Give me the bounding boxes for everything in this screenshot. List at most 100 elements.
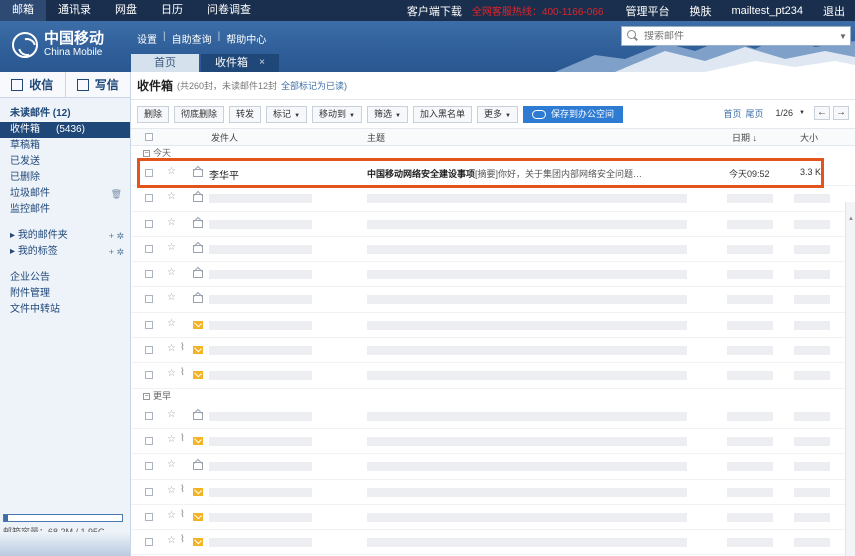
row-checkbox[interactable] — [145, 371, 153, 380]
first-page-link[interactable]: 首页 — [723, 107, 741, 120]
table-row[interactable]: ☆ — [131, 262, 855, 288]
table-row[interactable]: ☆ ⌇ — [131, 429, 855, 455]
client-download-link[interactable]: 客户端下载 — [397, 3, 472, 19]
vertical-scrollbar[interactable]: ▲ — [845, 202, 855, 556]
group-earlier[interactable]: − 更早 — [131, 389, 855, 404]
folder-sent[interactable]: 已发送 — [0, 154, 130, 170]
permanent-delete-button[interactable]: 彻底删除 — [174, 105, 225, 123]
prev-page-arrow-icon[interactable]: ← — [814, 106, 830, 120]
row-checkbox[interactable] — [145, 411, 153, 420]
table-row[interactable]: ☆ — [131, 454, 855, 480]
col-size[interactable]: 大小 — [800, 131, 818, 144]
search-icon[interactable] — [626, 29, 640, 43]
col-sender[interactable]: 发件人 — [211, 131, 238, 144]
table-row[interactable]: ☆ ⌇ — [131, 363, 855, 389]
star-icon[interactable]: ☆ — [167, 409, 176, 420]
tab-inbox[interactable]: 收件箱 × — [201, 54, 279, 72]
group-today[interactable]: − 今天 — [131, 146, 855, 161]
star-icon[interactable]: ☆ — [167, 292, 176, 303]
next-page-arrow-icon[interactable]: → — [833, 106, 849, 120]
chevron-down-icon[interactable]: ▼ — [836, 32, 850, 41]
settings-link[interactable]: 设置 — [137, 31, 157, 46]
star-icon[interactable]: ☆ — [167, 318, 176, 329]
table-row[interactable]: ☆ ⌇ — [131, 480, 855, 505]
row-checkbox[interactable] — [145, 169, 153, 177]
folder-inbox[interactable]: 收件箱 (5436) — [0, 122, 130, 138]
row-checkbox[interactable] — [145, 436, 153, 445]
star-icon[interactable]: ☆ — [167, 368, 176, 379]
star-icon[interactable]: ☆ — [167, 267, 176, 278]
col-subject[interactable]: 主题 — [367, 131, 385, 144]
nav-contacts[interactable]: 通讯录 — [46, 0, 103, 21]
page-select[interactable]: 1/26 — [776, 108, 794, 118]
table-row[interactable]: ☆ ⌇ — [131, 505, 855, 531]
more-dropdown[interactable]: 更多 ▼ — [476, 105, 518, 123]
table-row[interactable]: ☆ ⌇ — [131, 338, 855, 364]
compose-button[interactable]: 写信 — [66, 72, 131, 97]
my-folders[interactable]: ▸ 我的邮件夹 + ✲ — [0, 228, 130, 244]
table-row[interactable]: ☆ ⌇ — [131, 530, 855, 556]
my-tags[interactable]: ▸ 我的标签 + ✲ — [0, 244, 130, 260]
table-row[interactable]: ☆ — [131, 313, 855, 339]
star-icon[interactable]: ☆ — [167, 459, 176, 470]
receive-button[interactable]: 收信 — [0, 72, 66, 97]
file-transfer-station[interactable]: 文件中转站 — [0, 302, 130, 318]
row-checkbox[interactable] — [145, 487, 153, 496]
admin-platform-link[interactable]: 管理平台 — [615, 3, 679, 19]
nav-survey[interactable]: 问卷调查 — [195, 0, 263, 21]
col-date[interactable]: 日期 ↓ — [732, 131, 757, 144]
chevron-down-icon[interactable]: ▼ — [799, 110, 805, 116]
username[interactable]: mailtest_pt234 — [721, 5, 813, 17]
search-input[interactable] — [644, 30, 836, 42]
select-all-checkbox[interactable] — [145, 133, 153, 141]
add-gear-icon[interactable]: + ✲ — [109, 228, 124, 244]
star-icon[interactable]: ☆ — [167, 485, 176, 496]
star-icon[interactable]: ☆ — [167, 191, 176, 202]
logout-link[interactable]: 退出 — [813, 3, 855, 19]
row-checkbox[interactable] — [145, 512, 153, 521]
folder-unread[interactable]: 未读邮件 (12) — [0, 106, 130, 122]
star-icon[interactable]: ☆ — [167, 343, 176, 354]
table-row[interactable]: ☆ 李华平 中国移动网络安全建设事项[摘要]你好，关于集团内部网络安全问题… 今… — [131, 161, 855, 187]
change-skin-link[interactable]: 换肤 — [679, 3, 721, 19]
filter-dropdown[interactable]: 筛选 ▼ — [366, 105, 408, 123]
mark-dropdown[interactable]: 标记 ▼ — [266, 105, 308, 123]
table-row[interactable]: ☆ — [131, 212, 855, 237]
row-checkbox[interactable] — [145, 194, 153, 203]
add-blacklist-button[interactable]: 加入黑名单 — [412, 105, 472, 123]
self-service-link[interactable]: 自助查询 — [172, 31, 212, 46]
row-checkbox[interactable] — [145, 538, 153, 547]
forward-button[interactable]: 转发 — [229, 105, 262, 123]
folder-monitor[interactable]: 监控邮件 — [0, 202, 130, 218]
row-checkbox[interactable] — [145, 244, 153, 253]
star-icon[interactable]: ☆ — [167, 166, 176, 177]
save-to-office-button[interactable]: 保存到办公空间 — [522, 105, 623, 123]
row-checkbox[interactable] — [145, 346, 153, 355]
close-icon[interactable]: × — [259, 54, 265, 72]
row-checkbox[interactable] — [145, 219, 153, 228]
row-checkbox[interactable] — [145, 462, 153, 471]
folder-deleted[interactable]: 已删除 — [0, 170, 130, 186]
scroll-up-icon[interactable]: ▲ — [848, 216, 854, 222]
table-row[interactable]: ☆ — [131, 237, 855, 263]
row-checkbox[interactable] — [145, 295, 153, 304]
last-page-link[interactable]: 尾页 — [746, 107, 764, 120]
folder-drafts[interactable]: 草稿箱 — [0, 138, 130, 154]
star-icon[interactable]: ☆ — [167, 217, 176, 228]
tab-home[interactable]: 首页 — [131, 54, 199, 72]
nav-netdisk[interactable]: 网盘 — [103, 0, 149, 21]
nav-calendar[interactable]: 日历 — [149, 0, 195, 21]
row-checkbox[interactable] — [145, 270, 153, 279]
table-row[interactable]: ☆ — [131, 186, 855, 212]
enterprise-announcements[interactable]: 企业公告 — [0, 270, 130, 286]
star-icon[interactable]: ☆ — [167, 510, 176, 521]
row-checkbox[interactable] — [145, 320, 153, 329]
star-icon[interactable]: ☆ — [167, 535, 176, 546]
star-icon[interactable]: ☆ — [167, 434, 176, 445]
mark-all-read-link[interactable]: 全部标记为已读) — [281, 79, 347, 92]
star-icon[interactable]: ☆ — [167, 242, 176, 253]
move-to-dropdown[interactable]: 移动到 ▼ — [312, 105, 362, 123]
table-row[interactable]: ☆ — [131, 404, 855, 429]
table-row[interactable]: ☆ — [131, 287, 855, 313]
attachment-management[interactable]: 附件管理 — [0, 286, 130, 302]
